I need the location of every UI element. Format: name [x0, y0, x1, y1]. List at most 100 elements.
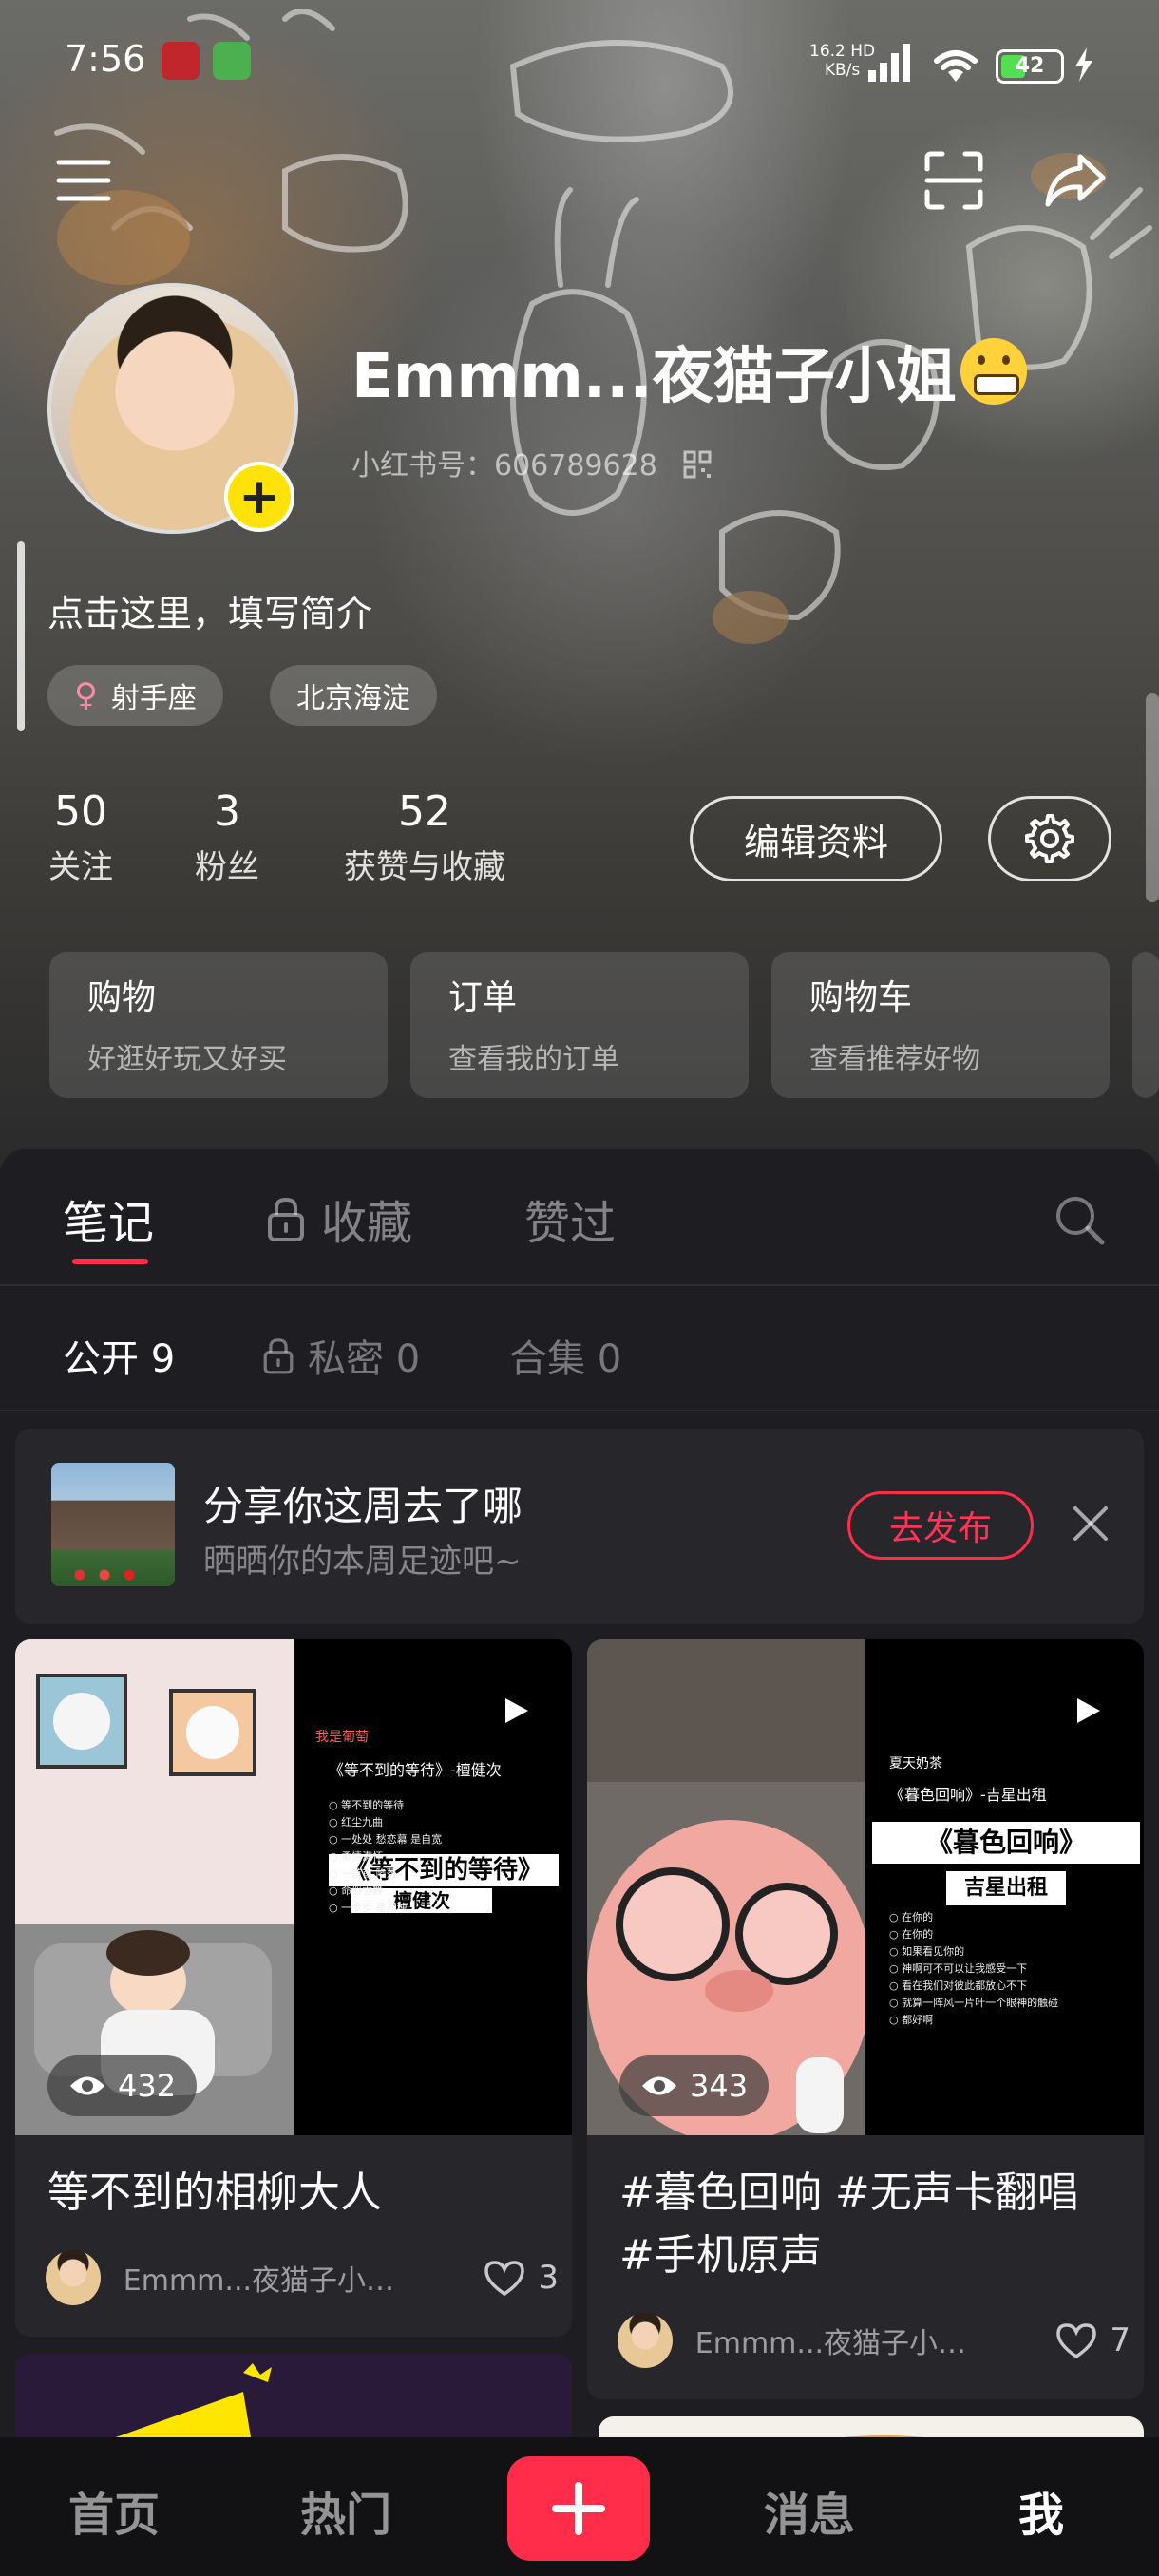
- lyric-line: ○ 就算一阵风一片叶一个眼神的触碰: [889, 1997, 1059, 2009]
- net-speed-unit: KB/s: [824, 61, 861, 80]
- lyric-line: ○ 柔情满怀: [329, 1850, 384, 1863]
- image-heading: 《暮色回响》-吉星出租: [889, 1786, 1047, 1804]
- tab-collections[interactable]: 收藏: [266, 1185, 412, 1252]
- author-avatar[interactable]: [46, 2250, 101, 2305]
- note-title: #暮色回响 #无声卡翻唱 #手机原声: [619, 2169, 1079, 2280]
- shortcut-orders[interactable]: 订单 查看我的订单: [410, 952, 749, 1098]
- tab-label: 笔记: [63, 1197, 155, 1250]
- charging-icon: [1075, 47, 1092, 82]
- image-lyric-lines: ○ 等不到的等待 ○ 红尘九曲 ○ 一处处 愁恋幕 是自宽 ○ 柔情满怀 ○ 一首首 陷…: [329, 1797, 442, 1917]
- bio-placeholder[interactable]: 点击这里，填写简介: [48, 584, 372, 636]
- red-id[interactable]: 小红书号：606789628: [352, 442, 712, 483]
- status-bar: 7:56 16.2 HD KB/s 42: [0, 0, 1159, 133]
- like-button[interactable]: 3: [483, 2259, 559, 2297]
- stat-label: 粉丝: [195, 848, 259, 886]
- weekly-share-banner[interactable]: 分享你这周去了哪 晒晒你的本周足迹吧~ 去发布: [15, 1429, 1144, 1624]
- author-avatar[interactable]: [618, 2313, 673, 2368]
- lyric-line: ○ 看在我们对彼此都放心不下: [889, 1979, 1028, 1992]
- grimace-emoji-icon: [960, 338, 1027, 405]
- view-count-value: 343: [690, 2068, 749, 2104]
- author-name[interactable]: Emmm...夜猫子小…: [124, 2257, 484, 2299]
- settings-button[interactable]: [988, 796, 1112, 881]
- promo-thumbnail: [51, 1463, 175, 1586]
- network-speed: 16.2 HD KB/s: [809, 42, 875, 80]
- image-big-title: 《暮色回响》: [925, 1827, 1086, 1858]
- promo-title: 分享你这周去了哪: [203, 1483, 523, 1529]
- scan-icon[interactable]: [916, 142, 992, 218]
- tag-zodiac[interactable]: ♀ 射手座: [48, 665, 223, 726]
- shortcut-subtitle: 查看我的订单: [448, 1043, 619, 1076]
- eye-icon: [70, 2076, 104, 2095]
- stat-followers[interactable]: 3 粉丝: [188, 784, 266, 894]
- publish-button[interactable]: 去发布: [847, 1491, 1034, 1560]
- lyric-line: ○ 在你的: [889, 1911, 934, 1923]
- note-footer: Emmm...夜猫子小… 7: [618, 2312, 1130, 2369]
- image-heading: 《等不到的等待》-檀健次: [329, 1761, 502, 1779]
- tab-notes[interactable]: 笔记: [63, 1185, 154, 1252]
- nav-hot[interactable]: 热门: [300, 2477, 391, 2544]
- qr-code-icon[interactable]: [683, 450, 712, 479]
- visibility-tabs: 公开 9 私密 0 合集 0: [0, 1288, 1159, 1411]
- share-icon[interactable]: [1037, 142, 1113, 218]
- search-icon[interactable]: [1053, 1193, 1106, 1246]
- add-icon[interactable]: +: [224, 462, 294, 532]
- note-title: 等不到的相柳大人: [48, 2169, 382, 2217]
- notes-panel: 笔记 收藏 赞过 公开 9 私密 0 合集 0 分享你这周去了哪 晒晒你的本周足…: [0, 1149, 1159, 2576]
- nav-home[interactable]: 首页: [68, 2477, 160, 2544]
- gear-icon: [1025, 814, 1074, 863]
- play-icon: [505, 1698, 528, 1723]
- plus-icon: [552, 2482, 605, 2535]
- net-speed-value: 16.2: [809, 42, 846, 61]
- signal-icon: [868, 44, 910, 82]
- username-text: Emmm...夜猫子小姐: [352, 342, 957, 412]
- notification-app-icon: [162, 42, 200, 80]
- female-icon: ♀: [74, 676, 98, 714]
- author-name[interactable]: Emmm...夜猫子小…: [695, 2320, 1055, 2361]
- play-icon: [1077, 1698, 1100, 1723]
- close-icon[interactable]: [1070, 1503, 1112, 1544]
- menu-icon[interactable]: [46, 142, 122, 218]
- view-count-value: 432: [118, 2068, 177, 2104]
- subtab-public[interactable]: 公开 9: [63, 1328, 175, 1383]
- view-count: 432: [48, 2055, 198, 2116]
- like-count: 7: [1110, 2321, 1130, 2359]
- tab-liked[interactable]: 赞过: [524, 1185, 616, 1252]
- note-card[interactable]: 我是葡萄 《等不到的等待》-檀健次 《等不到的等待》 檀健次 ○ 等不到的等待 ○…: [15, 1639, 572, 2337]
- tab-label: 收藏: [321, 1197, 413, 1250]
- shortcut-cart[interactable]: 购物车 查看推荐好物: [771, 952, 1110, 1098]
- stat-value: 50: [54, 787, 107, 836]
- content-tabs: 笔记 收藏 赞过: [0, 1149, 1159, 1286]
- stat-label: 关注: [48, 848, 113, 886]
- lyric-line: ○ 都好啊: [889, 2014, 934, 2026]
- nav-messages[interactable]: 消息: [764, 2477, 855, 2544]
- profile-page: 7:56 16.2 HD KB/s 42 + Emmm...夜猫子小姐 小红书号…: [0, 0, 1159, 2576]
- heart-icon: [484, 2261, 525, 2297]
- subtab-private[interactable]: 私密 0: [262, 1328, 420, 1383]
- note-card[interactable]: 夏天奶茶 《暮色回响》-吉星出租 《暮色回响》 吉星出租 ○ 在你的 ○ 在你的 ○…: [587, 1639, 1144, 2399]
- shortcut-shopping[interactable]: 购物 好逛好玩又好买: [49, 952, 388, 1098]
- shortcut-partial[interactable]: [1132, 952, 1159, 1098]
- tag-label: 北京海淀: [296, 682, 410, 715]
- promo-subtitle: 晒晒你的本周足迹吧~: [203, 1543, 522, 1581]
- red-id-text: 小红书号：606789628: [352, 449, 657, 483]
- username: Emmm...夜猫子小姐: [352, 328, 1027, 415]
- stat-following[interactable]: 50 关注: [42, 784, 120, 894]
- edit-profile-button[interactable]: 编辑资料: [690, 796, 942, 881]
- like-button[interactable]: 7: [1054, 2321, 1130, 2359]
- note-footer: Emmm...夜猫子小… 3: [46, 2249, 559, 2306]
- subtab-albums[interactable]: 合集 0: [509, 1328, 621, 1383]
- tag-location[interactable]: 北京海淀: [270, 665, 437, 726]
- nav-me[interactable]: 我: [1018, 2477, 1064, 2544]
- wifi-icon: [934, 50, 978, 82]
- stat-likes-collects[interactable]: 52 获赞与收藏: [334, 784, 515, 894]
- stat-value: 52: [398, 787, 451, 836]
- subtab-label: 私密 0: [308, 1337, 421, 1381]
- scrollbar[interactable]: [1146, 693, 1159, 902]
- create-post-button[interactable]: [507, 2456, 650, 2561]
- battery-icon: 42: [996, 49, 1064, 84]
- lock-icon: [263, 1338, 294, 1374]
- status-time: 7:56: [65, 38, 146, 80]
- scroll-indicator: [17, 541, 25, 731]
- lyric-line: ○ 命似雪舞: [329, 1885, 384, 1897]
- shortcut-subtitle: 好逛好玩又好买: [87, 1043, 287, 1076]
